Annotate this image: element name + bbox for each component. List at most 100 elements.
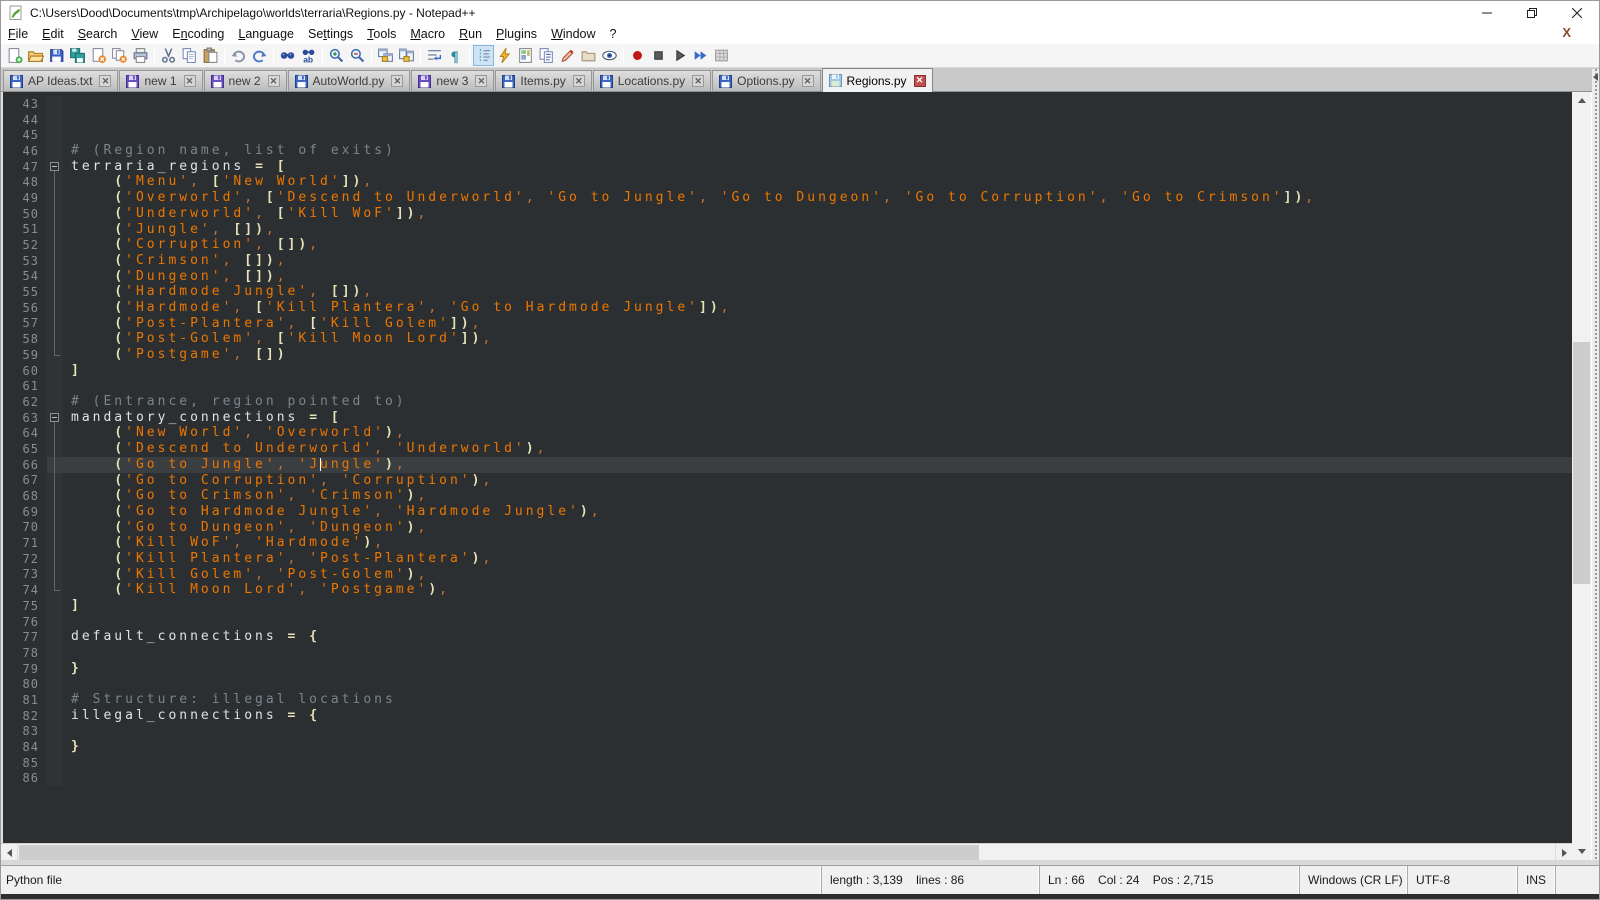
macro-stop-icon[interactable] — [648, 45, 669, 66]
tab-ap-ideas-txt[interactable]: AP Ideas.txt✕ — [3, 70, 118, 91]
fold-margin[interactable] — [47, 284, 63, 300]
code-line-63[interactable]: 63mandatory_connections = [ — [3, 410, 1572, 426]
menu-item-run[interactable]: Run — [452, 25, 489, 43]
code-text[interactable]: ('Go to Jungle', 'Jungle'), — [63, 457, 1572, 473]
fold-margin[interactable] — [47, 504, 63, 520]
code-text[interactable]: ('Corruption', []), — [63, 237, 1572, 253]
code-text[interactable]: ('Go to Hardmode Jungle', 'Hardmode Jung… — [63, 504, 1572, 520]
code-text[interactable]: ('Kill WoF', 'Hardmode'), — [63, 535, 1572, 551]
fold-margin[interactable] — [47, 708, 63, 724]
code-text[interactable]: terraria_regions = [ — [63, 159, 1572, 175]
code-text[interactable]: ('Hardmode', ['Kill Plantera', 'Go to Ha… — [63, 300, 1572, 316]
tab-options-py[interactable]: Options.py✕ — [712, 70, 820, 91]
code-line-58[interactable]: 58 ('Post-Golem', ['Kill Moon Lord']), — [3, 331, 1572, 347]
save-icon[interactable] — [46, 45, 67, 66]
code-text[interactable]: ('Post-Golem', ['Kill Moon Lord']), — [63, 331, 1572, 347]
code-text[interactable]: ('Go to Crimson', 'Crimson'), — [63, 488, 1572, 504]
horizontal-scrollbar[interactable] — [1, 843, 1572, 860]
menu-item-settings[interactable]: Settings — [301, 25, 360, 43]
code-line-55[interactable]: 55 ('Hardmode Jungle', []), — [3, 284, 1572, 300]
vertical-scrollbar-thumb[interactable] — [1573, 342, 1590, 584]
tab-close-icon[interactable]: ✕ — [914, 75, 926, 87]
fold-margin[interactable] — [47, 692, 63, 708]
code-line-50[interactable]: 50 ('Underworld', ['Kill WoF']), — [3, 206, 1572, 222]
vertical-scrollbar[interactable] — [1572, 92, 1591, 860]
fold-margin[interactable] — [47, 582, 63, 598]
scroll-up-arrow-icon[interactable] — [1572, 92, 1591, 109]
fold-margin[interactable] — [47, 755, 63, 771]
fold-margin[interactable] — [47, 347, 63, 363]
macro-save-icon[interactable] — [711, 45, 732, 66]
code-text[interactable]: # (Entrance, region pointed to) — [63, 394, 1572, 410]
code-line-79[interactable]: 79} — [3, 661, 1572, 677]
document-list-icon[interactable] — [536, 45, 557, 66]
code-text[interactable]: ('Kill Golem', 'Post-Golem'), — [63, 567, 1572, 583]
tab-close-icon[interactable]: ✕ — [475, 75, 487, 87]
fold-margin[interactable] — [47, 174, 63, 190]
function-list-icon[interactable] — [494, 45, 515, 66]
code-line-53[interactable]: 53 ('Crimson', []), — [3, 253, 1572, 269]
code-text[interactable]: ('Kill Moon Lord', 'Postgame'), — [63, 582, 1572, 598]
fold-margin[interactable] — [47, 394, 63, 410]
tab-close-icon[interactable]: ✕ — [692, 75, 704, 87]
code-text[interactable]: # (Region name, list of exits) — [63, 143, 1572, 159]
horizontal-scrollbar-thumb[interactable] — [19, 845, 979, 860]
menu-item-help[interactable]: ? — [603, 25, 624, 43]
cut-icon[interactable] — [158, 45, 179, 66]
replace-icon[interactable]: ab — [298, 45, 319, 66]
sync-horizontal-icon[interactable] — [396, 45, 417, 66]
open-folder-icon[interactable] — [25, 45, 46, 66]
code-editor[interactable]: 43444546# (Region name, list of exits)47… — [1, 92, 1572, 843]
close-all-icon[interactable] — [109, 45, 130, 66]
undo-icon[interactable] — [228, 45, 249, 66]
code-line-83[interactable]: 83 — [3, 724, 1572, 740]
tab-close-icon[interactable]: ✕ — [391, 75, 403, 87]
tab-items-py[interactable]: Items.py✕ — [495, 70, 591, 91]
print-icon[interactable] — [130, 45, 151, 66]
fold-margin[interactable] — [47, 300, 63, 316]
redo-icon[interactable] — [249, 45, 270, 66]
fold-margin[interactable] — [47, 441, 63, 457]
tab-new-3[interactable]: new 3✕ — [411, 70, 494, 91]
code-line-61[interactable]: 61 — [3, 378, 1572, 394]
fold-margin[interactable] — [47, 457, 63, 473]
code-line-64[interactable]: 64 ('New World', 'Overworld'), — [3, 425, 1572, 441]
tab-autoworld-py[interactable]: AutoWorld.py✕ — [288, 70, 411, 91]
copy-icon[interactable] — [179, 45, 200, 66]
fold-collapse-icon[interactable] — [50, 162, 59, 171]
code-line-43[interactable]: 43 — [3, 96, 1572, 112]
fold-margin[interactable] — [47, 724, 63, 740]
menu-item-plugins[interactable]: Plugins — [489, 25, 544, 43]
fold-margin[interactable] — [47, 363, 63, 379]
tab-regions-py[interactable]: Regions.py✕ — [822, 68, 933, 92]
menu-item-tools[interactable]: Tools — [360, 25, 403, 43]
code-line-59[interactable]: 59 ('Postgame', []) — [3, 347, 1572, 363]
tab-close-icon[interactable]: ✕ — [184, 75, 196, 87]
code-line-44[interactable]: 44 — [3, 112, 1572, 128]
code-line-80[interactable]: 80 — [3, 676, 1572, 692]
code-line-71[interactable]: 71 ('Kill WoF', 'Hardmode'), — [3, 535, 1572, 551]
code-text[interactable]: ('Menu', ['New World']), — [63, 174, 1572, 190]
code-line-48[interactable]: 48 ('Menu', ['New World']), — [3, 174, 1572, 190]
fold-margin[interactable] — [47, 143, 63, 159]
status-eol-format[interactable]: Windows (CR LF) — [1299, 866, 1407, 894]
fold-margin[interactable] — [47, 237, 63, 253]
zoom-in-icon[interactable] — [326, 45, 347, 66]
menubar-close-icon[interactable]: X — [1558, 25, 1575, 40]
code-line-86[interactable]: 86 — [3, 771, 1572, 787]
code-text[interactable]: ('Jungle', []), — [63, 222, 1572, 238]
code-text[interactable]: ('Crimson', []), — [63, 253, 1572, 269]
code-line-84[interactable]: 84} — [3, 739, 1572, 755]
fold-margin[interactable] — [47, 190, 63, 206]
tab-close-icon[interactable]: ✕ — [802, 75, 814, 87]
menu-item-view[interactable]: View — [124, 25, 165, 43]
close-file-icon[interactable] — [88, 45, 109, 66]
code-text[interactable]: illegal_connections = { — [63, 708, 1572, 724]
fold-margin[interactable] — [47, 551, 63, 567]
scroll-down-arrow-icon[interactable] — [1572, 843, 1591, 860]
code-line-70[interactable]: 70 ('Go to Dungeon', 'Dungeon'), — [3, 520, 1572, 536]
code-line-75[interactable]: 75] — [3, 598, 1572, 614]
fold-margin[interactable] — [47, 771, 63, 787]
code-text[interactable]: ('Hardmode Jungle', []), — [63, 284, 1572, 300]
scroll-left-arrow-icon[interactable] — [1, 844, 18, 861]
